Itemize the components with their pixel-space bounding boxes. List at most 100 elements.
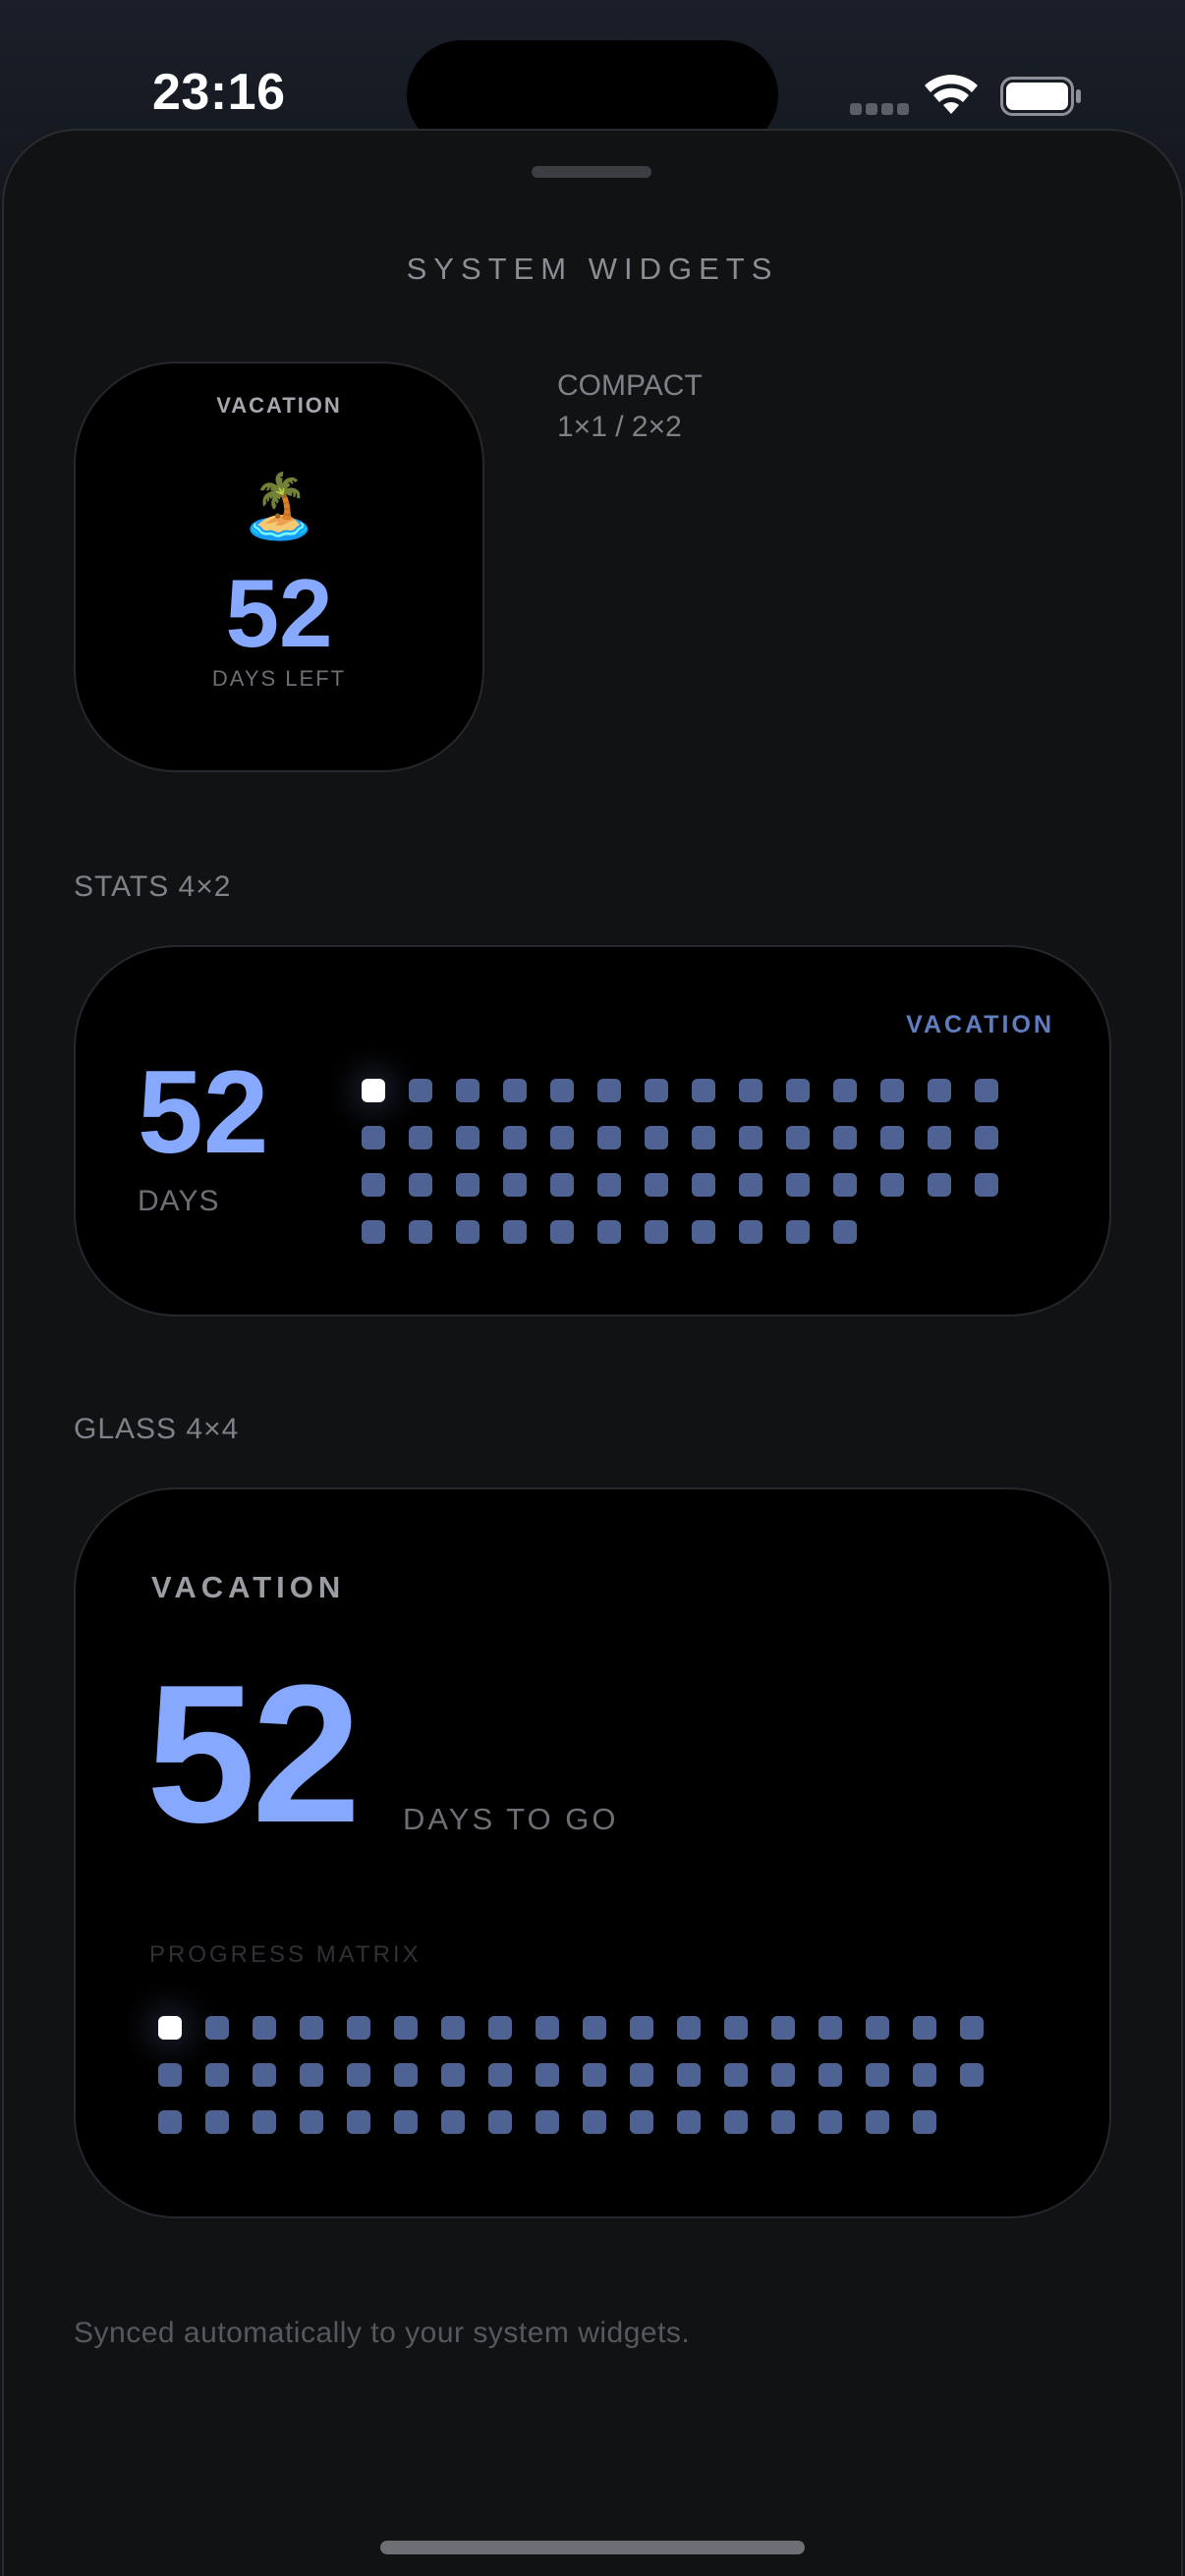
matrix-dot	[645, 1173, 668, 1197]
matrix-dot	[771, 2016, 795, 2040]
matrix-dot	[503, 1220, 527, 1244]
matrix-dot	[205, 2063, 229, 2087]
glass-widget-subtitle: DAYS TO GO	[403, 1802, 619, 1836]
matrix-dot	[597, 1220, 621, 1244]
matrix-dot	[488, 2063, 512, 2087]
progress-matrix-label: PROGRESS MATRIX	[149, 1941, 422, 1968]
matrix-dot	[362, 1173, 385, 1197]
island-emoji-icon: 🏝️	[240, 471, 318, 541]
matrix-dot	[253, 2110, 276, 2134]
battery-icon	[1000, 77, 1081, 116]
matrix-dot-current	[158, 2016, 182, 2040]
matrix-dot	[677, 2063, 701, 2087]
matrix-dot	[205, 2016, 229, 2040]
glass-widget-label: VACATION	[151, 1570, 346, 1604]
matrix-dot	[739, 1220, 762, 1244]
matrix-dot	[677, 2016, 701, 2040]
stats-widget[interactable]: 52 DAYS VACATION	[74, 945, 1111, 1316]
matrix-dot	[253, 2016, 276, 2040]
matrix-dot	[786, 1126, 810, 1149]
matrix-dot	[739, 1126, 762, 1149]
matrix-dot	[362, 1126, 385, 1149]
matrix-dot	[833, 1173, 857, 1197]
matrix-dot	[205, 2110, 229, 2134]
stats-widget-subtitle: DAYS	[138, 1185, 220, 1217]
matrix-dot	[645, 1126, 668, 1149]
matrix-dot	[677, 2110, 701, 2134]
matrix-dot	[550, 1079, 574, 1102]
matrix-dot	[724, 2063, 748, 2087]
matrix-dot	[550, 1220, 574, 1244]
sheet-grabber[interactable]	[532, 166, 651, 178]
matrix-dot	[158, 2110, 182, 2134]
matrix-dot	[253, 2063, 276, 2087]
matrix-dot	[550, 1173, 574, 1197]
glass-widget-number: 52	[146, 1645, 361, 1864]
matrix-dot	[645, 1220, 668, 1244]
matrix-dot	[583, 2016, 606, 2040]
matrix-dot	[550, 1126, 574, 1149]
matrix-dot	[975, 1126, 998, 1149]
matrix-dot	[597, 1079, 621, 1102]
compact-widget[interactable]: VACATION 🏝️ 52 DAYS LEFT	[74, 362, 484, 772]
matrix-dot	[347, 2016, 370, 2040]
status-time: 23:16	[152, 64, 286, 121]
compact-widget-subtitle: DAYS LEFT	[211, 666, 347, 691]
matrix-dot	[441, 2016, 465, 2040]
matrix-dot	[880, 1079, 904, 1102]
matrix-dot	[503, 1173, 527, 1197]
matrix-dot	[833, 1126, 857, 1149]
matrix-dot	[630, 2110, 653, 2134]
matrix-dot	[362, 1220, 385, 1244]
matrix-dot	[456, 1173, 480, 1197]
matrix-dot	[597, 1126, 621, 1149]
matrix-dot	[913, 2063, 936, 2087]
wifi-icon	[925, 75, 978, 114]
matrix-dot-current	[362, 1079, 385, 1102]
compact-widget-number: 52	[225, 559, 333, 667]
matrix-dot	[771, 2110, 795, 2134]
stats-section-label: STATS 4×2	[74, 870, 232, 903]
matrix-dot	[786, 1173, 810, 1197]
matrix-dot	[488, 2110, 512, 2134]
compact-note-title: COMPACT	[557, 369, 703, 402]
matrix-dot	[394, 2110, 418, 2134]
stats-widget-tag: VACATION	[906, 1011, 1054, 1038]
matrix-dot	[724, 2016, 748, 2040]
matrix-dot	[503, 1079, 527, 1102]
matrix-dot	[739, 1173, 762, 1197]
matrix-dot	[739, 1079, 762, 1102]
matrix-dot	[833, 1220, 857, 1244]
matrix-dot	[913, 2110, 936, 2134]
matrix-dot	[503, 1126, 527, 1149]
matrix-dot	[300, 2110, 323, 2134]
matrix-dot	[394, 2016, 418, 2040]
matrix-dot	[347, 2063, 370, 2087]
matrix-dot	[409, 1173, 432, 1197]
matrix-dot	[960, 2016, 984, 2040]
matrix-dot	[347, 2110, 370, 2134]
compact-size-note: COMPACT 1×1 / 2×2	[557, 365, 703, 448]
matrix-dot	[928, 1079, 951, 1102]
matrix-dot	[866, 2110, 889, 2134]
matrix-dot	[536, 2016, 559, 2040]
matrix-dot	[583, 2110, 606, 2134]
matrix-dot	[456, 1220, 480, 1244]
cellular-signal-icon	[850, 103, 909, 117]
matrix-dot	[913, 2016, 936, 2040]
matrix-dot	[409, 1220, 432, 1244]
matrix-dot	[692, 1220, 715, 1244]
matrix-dot	[866, 2016, 889, 2040]
matrix-dot	[300, 2016, 323, 2040]
matrix-dot	[597, 1173, 621, 1197]
matrix-dot	[158, 2063, 182, 2087]
matrix-dot	[456, 1126, 480, 1149]
matrix-dot	[630, 2063, 653, 2087]
glass-widget[interactable]: VACATION 52 DAYS TO GO PROGRESS MATRIX	[74, 1487, 1111, 2218]
matrix-dot	[630, 2016, 653, 2040]
matrix-dot	[692, 1079, 715, 1102]
sheet-title: SYSTEM WIDGETS	[406, 252, 779, 286]
home-indicator[interactable]	[380, 2541, 805, 2554]
matrix-dot	[692, 1126, 715, 1149]
matrix-dot	[928, 1126, 951, 1149]
